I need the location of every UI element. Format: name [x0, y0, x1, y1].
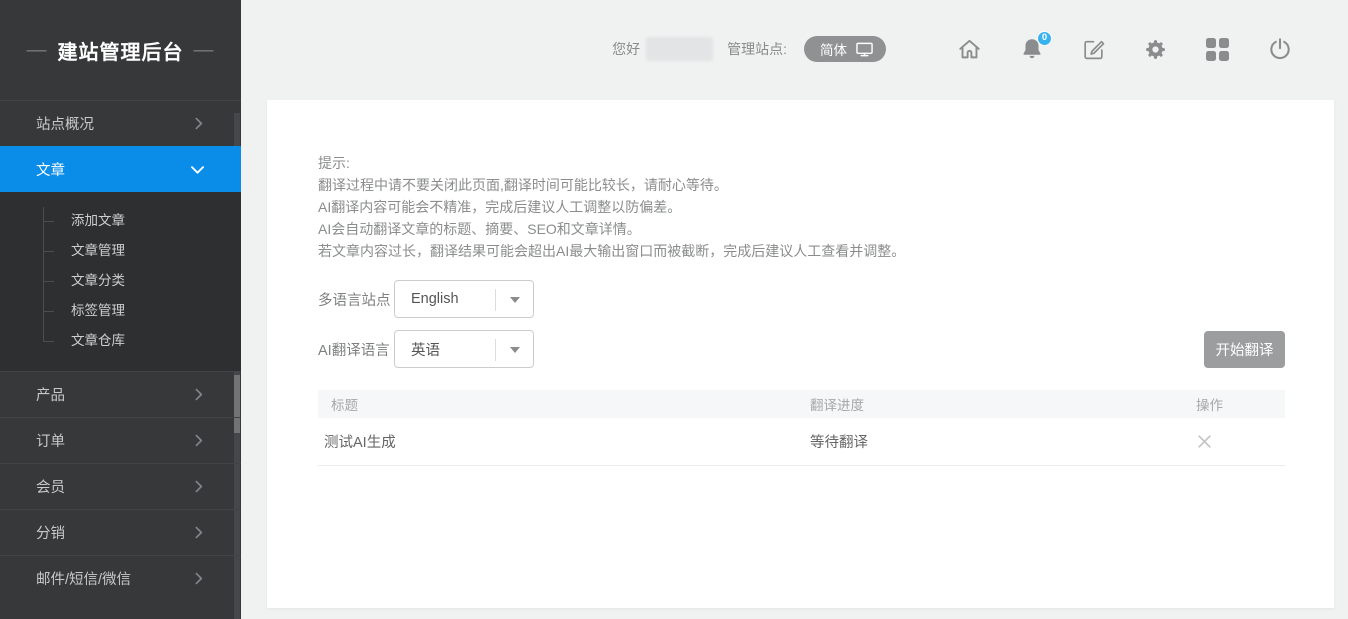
translation-tips: 提示: 翻译过程中请不要关闭此页面,翻译时间可能比较长，请耐心等待。 AI翻译内… — [318, 152, 905, 262]
edit-button[interactable] — [1080, 36, 1107, 63]
app-title: 建站管理后台 — [58, 36, 184, 65]
notification-badge: 0 — [1037, 31, 1052, 46]
sidebar-item-label: 订单 — [36, 430, 65, 451]
sidebar-item-mail-sms-wechat[interactable]: 邮件/短信/微信 — [0, 555, 241, 601]
sidebar-subitem-article-warehouse[interactable]: 文章仓库 — [0, 326, 241, 356]
home-button[interactable] — [956, 36, 983, 63]
multilang-site-value: English — [411, 291, 459, 307]
home-icon — [956, 36, 983, 63]
greeting-text: 您好 — [612, 39, 640, 59]
chevron-right-icon — [190, 432, 207, 449]
sidebar-subitem-tag-management[interactable]: 标签管理 — [0, 296, 241, 326]
table-header-actions: 操作 — [1196, 394, 1285, 414]
sidebar-item-label: 邮件/短信/微信 — [36, 568, 131, 589]
chevron-right-icon — [190, 570, 207, 587]
select-divider — [495, 339, 496, 361]
edit-icon — [1081, 37, 1106, 62]
power-icon — [1267, 36, 1293, 62]
sidebar-item-label: 产品 — [36, 384, 65, 405]
sidebar-nav: 站点概况 文章 添加文章 文章管理 文章分类 标签管理 文章仓库 产品 订单 — [0, 100, 241, 601]
tips-line: AI会自动翻译文章的标题、摘要、SEO和文章详情。 — [318, 218, 905, 240]
sidebar-item-products[interactable]: 产品 — [0, 371, 241, 417]
close-icon — [1196, 433, 1213, 450]
logo-dash-right: — — [194, 39, 215, 62]
row-progress: 等待翻译 — [810, 431, 1196, 452]
caret-down-icon — [510, 347, 520, 353]
logo-dash-left: — — [27, 39, 48, 62]
select-divider — [495, 289, 496, 311]
content-card: 提示: 翻译过程中请不要关闭此页面,翻译时间可能比较长，请耐心等待。 AI翻译内… — [267, 100, 1334, 608]
notifications-button[interactable]: 0 — [1018, 36, 1045, 63]
table-header-title: 标题 — [318, 394, 810, 414]
ai-language-select[interactable]: 英语 — [394, 330, 534, 368]
caret-down-icon — [510, 297, 520, 303]
app-logo: — 建站管理后台 — — [0, 0, 241, 100]
logout-button[interactable] — [1266, 36, 1293, 63]
sidebar: — 建站管理后台 — 站点概况 文章 添加文章 文章管理 文章分类 标签管理 文… — [0, 0, 241, 619]
table-header-row: 标题 翻译进度 操作 — [318, 390, 1285, 418]
sidebar-item-distribution[interactable]: 分销 — [0, 509, 241, 555]
tips-line: AI翻译内容可能会不精准，完成后建议人工调整以防偏差。 — [318, 196, 905, 218]
chevron-right-icon — [190, 115, 207, 132]
sidebar-item-articles[interactable]: 文章 — [0, 146, 241, 192]
articles-submenu: 添加文章 文章管理 文章分类 标签管理 文章仓库 — [0, 192, 241, 371]
ai-language-field: AI翻译语言 英语 — [318, 330, 534, 368]
table-header-progress: 翻译进度 — [810, 394, 1196, 414]
remove-row-button[interactable] — [1196, 433, 1213, 450]
sidebar-item-orders[interactable]: 订单 — [0, 417, 241, 463]
table-row: 测试AI生成 等待翻译 — [318, 418, 1285, 466]
chevron-right-icon — [190, 524, 207, 541]
ai-language-value: 英语 — [411, 339, 440, 360]
apps-grid-icon — [1206, 38, 1229, 61]
tips-line: 提示: — [318, 152, 905, 174]
chevron-right-icon — [190, 386, 207, 403]
sidebar-subitem-article-management[interactable]: 文章管理 — [0, 236, 241, 266]
chevron-right-icon — [190, 478, 207, 495]
sidebar-item-label: 会员 — [36, 476, 65, 497]
start-translation-button[interactable]: 开始翻译 — [1204, 331, 1285, 368]
top-bar: 您好 管理站点: 简体 0 — [241, 0, 1348, 98]
sidebar-item-label: 分销 — [36, 522, 65, 543]
sidebar-item-members[interactable]: 会员 — [0, 463, 241, 509]
multilang-site-select[interactable]: English — [394, 280, 534, 318]
translation-table: 标题 翻译进度 操作 测试AI生成 等待翻译 — [318, 390, 1285, 466]
sidebar-item-label: 站点概况 — [36, 113, 94, 134]
sidebar-subitem-add-article[interactable]: 添加文章 — [0, 206, 241, 236]
multilang-site-field: 多语言站点 English — [318, 280, 534, 318]
sidebar-subitem-article-categories[interactable]: 文章分类 — [0, 266, 241, 296]
monitor-icon — [855, 41, 874, 58]
apps-button[interactable] — [1204, 36, 1231, 63]
sidebar-item-label: 文章 — [36, 159, 65, 180]
multilang-site-label: 多语言站点 — [318, 289, 394, 310]
site-language-pill[interactable]: 简体 — [804, 36, 886, 62]
site-language-label: 简体 — [820, 39, 847, 59]
chevron-down-icon — [188, 160, 207, 179]
redacted-username — [646, 37, 713, 61]
settings-button[interactable] — [1142, 36, 1169, 63]
sidebar-item-site-overview[interactable]: 站点概况 — [0, 100, 241, 146]
gear-icon — [1143, 37, 1168, 62]
tips-line: 翻译过程中请不要关闭此页面,翻译时间可能比较长，请耐心等待。 — [318, 174, 905, 196]
manage-site-label: 管理站点: — [727, 39, 787, 59]
ai-language-label: AI翻译语言 — [318, 339, 394, 360]
row-title: 测试AI生成 — [318, 431, 810, 452]
tips-line: 若文章内容过长，翻译结果可能会超出AI最大输出窗口而被截断，完成后建议人工查看并… — [318, 240, 905, 262]
